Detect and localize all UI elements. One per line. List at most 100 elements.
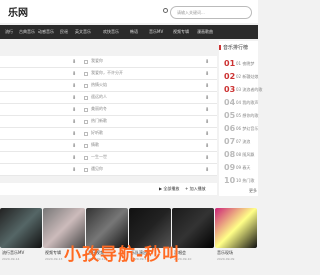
ranking-number: 02: [224, 72, 236, 81]
select-checkbox[interactable]: [84, 84, 88, 88]
select-checkbox[interactable]: [84, 120, 88, 124]
song-title[interactable]: 热门新歌: [91, 118, 107, 124]
video-date: 2020-09-14: [2, 257, 20, 261]
search-input[interactable]: 请输入关键词...: [170, 6, 252, 19]
song-title[interactable]: 遥远的人: [91, 94, 107, 100]
download-icon[interactable]: ⬇: [72, 168, 76, 173]
download-icon[interactable]: ⬇: [72, 84, 76, 89]
song-row[interactable]: ⬇ 我爱你，不许分开 ⬇: [0, 68, 217, 80]
page: 乐网 请输入关键词... 流行 古典音乐 动感音乐 民谣 英文音乐 欢快音乐 韩…: [0, 0, 262, 275]
play-all-button[interactable]: ▶ 全部播放: [159, 186, 179, 192]
download-icon[interactable]: ⬇: [205, 107, 209, 113]
video-title[interactable]: 流行音乐MV: [2, 250, 24, 256]
song-row[interactable]: ⬇ 遇见你 ⬇: [0, 164, 217, 176]
download-icon[interactable]: ⬇: [72, 60, 76, 65]
select-checkbox[interactable]: [84, 156, 88, 160]
download-icon[interactable]: ⬇: [72, 144, 76, 149]
song-title[interactable]: 好听歌: [91, 130, 103, 136]
nav-item[interactable]: 音乐MV: [149, 25, 163, 39]
song-row[interactable]: ⬇ 热门新歌 ⬇: [0, 116, 217, 128]
ranking-song[interactable]: 03 流浪者的歌: [236, 87, 262, 93]
song-title[interactable]: 我爱你，不许分开: [91, 70, 123, 76]
ranking-song[interactable]: 02 新疆姑娘: [236, 74, 258, 80]
download-icon[interactable]: ⬇: [205, 71, 209, 77]
ranking-item[interactable]: 01 01 夜晚梦: [219, 59, 258, 70]
video-title[interactable]: 视频专辑: [45, 250, 61, 256]
add-to-list-label: 加入播放: [189, 186, 206, 191]
play-all-label: 全部播放: [163, 186, 180, 191]
nav-item[interactable]: 古典音乐: [19, 25, 35, 39]
nav-item[interactable]: 韩语: [130, 25, 138, 39]
song-row[interactable]: ⬇ 一生一世 ⬇: [0, 152, 217, 164]
download-icon[interactable]: ⬇: [72, 132, 76, 137]
song-row[interactable]: ⬇ 我爱你 ⬇: [0, 56, 217, 68]
add-to-list-button[interactable]: + 加入播放: [185, 186, 206, 192]
song-title[interactable]: 遇见你: [91, 166, 103, 172]
song-row[interactable]: ⬇ 热情火焰 ⬇: [0, 80, 217, 92]
download-icon[interactable]: ⬇: [72, 72, 76, 77]
song-title[interactable]: 情歌: [91, 142, 99, 148]
ranking-item[interactable]: 02 02 新疆姑娘: [219, 72, 258, 83]
download-icon[interactable]: ⬇: [205, 167, 209, 173]
download-icon[interactable]: ⬇: [72, 96, 76, 101]
song-title[interactable]: 热情火焰: [91, 82, 107, 88]
nav-item[interactable]: 漫画歌曲: [197, 25, 213, 39]
song-row[interactable]: ⬇ 美丽的冬 ⬇: [0, 104, 217, 116]
ranking-item[interactable]: 08 08 随风飘: [219, 150, 258, 161]
more-link[interactable]: 更多: [249, 188, 257, 194]
ranking-number: 07: [224, 137, 236, 146]
main-nav: 流行 古典音乐 动感音乐 民谣 英文音乐 欢快音乐 韩语 音乐MV 视频专辑 漫…: [0, 25, 258, 39]
select-checkbox[interactable]: [84, 60, 88, 64]
download-icon[interactable]: ⬇: [72, 156, 76, 161]
ranking-song[interactable]: 07 流浪: [236, 139, 250, 145]
ranking-item[interactable]: 05 05 想你的歌: [219, 111, 258, 122]
download-icon[interactable]: ⬇: [205, 155, 209, 161]
ranking-number: 08: [224, 150, 236, 159]
nav-item[interactable]: 民谣: [60, 25, 68, 39]
song-title[interactable]: 美丽的冬: [91, 106, 107, 112]
download-icon[interactable]: ⬇: [205, 143, 209, 149]
download-icon[interactable]: ⬇: [205, 83, 209, 89]
download-icon[interactable]: ⬇: [72, 120, 76, 125]
ranking-song[interactable]: 05 想你的歌: [236, 113, 258, 119]
ranking-item[interactable]: 07 07 流浪: [219, 137, 258, 148]
select-checkbox[interactable]: [84, 144, 88, 148]
select-checkbox[interactable]: [84, 72, 88, 76]
video-thumbnail[interactable]: [0, 208, 42, 248]
ranking-song[interactable]: 08 随风飘: [236, 152, 254, 158]
select-checkbox[interactable]: [84, 168, 88, 172]
download-icon[interactable]: ⬇: [205, 119, 209, 125]
song-row[interactable]: ⬇ 好听歌 ⬇: [0, 128, 217, 140]
song-row[interactable]: ⬇ 遥远的人 ⬇: [0, 92, 217, 104]
nav-item[interactable]: 英文音乐: [75, 25, 91, 39]
site-logo[interactable]: 乐网: [8, 4, 28, 19]
ranking-song[interactable]: 10 热门歌: [236, 178, 254, 184]
select-checkbox[interactable]: [84, 132, 88, 136]
select-checkbox[interactable]: [84, 108, 88, 112]
video-thumbnail[interactable]: [215, 208, 257, 248]
ranking-item[interactable]: 10 10 热门歌: [219, 176, 258, 187]
ranking-song[interactable]: 01 夜晚梦: [236, 61, 254, 67]
ranking-song[interactable]: 06 梦幻音乐: [236, 126, 258, 132]
download-icon[interactable]: ⬇: [205, 59, 209, 65]
ranking-item[interactable]: 03 03 流浪者的歌: [219, 85, 262, 96]
video-title[interactable]: 音乐现场: [217, 250, 233, 256]
download-icon[interactable]: ⬇: [205, 95, 209, 101]
nav-item[interactable]: 视频专辑: [173, 25, 189, 39]
song-row[interactable]: ⬇ 情歌 ⬇: [0, 140, 217, 152]
ranking-item[interactable]: 04 04 我的歌声: [219, 98, 258, 109]
nav-item[interactable]: 流行: [5, 25, 13, 39]
ranking-number: 09: [224, 163, 236, 172]
song-title[interactable]: 我爱你: [91, 58, 103, 64]
song-title[interactable]: 一生一世: [91, 154, 107, 160]
download-icon[interactable]: ⬇: [72, 108, 76, 113]
nav-item[interactable]: 欢快音乐: [103, 25, 119, 39]
nav-item[interactable]: 动感音乐: [38, 25, 54, 39]
ranking-item[interactable]: 06 06 梦幻音乐: [219, 124, 258, 135]
ranking-song[interactable]: 09 春天: [236, 165, 250, 171]
ranking-item[interactable]: 09 09 春天: [219, 163, 258, 174]
ranking-song[interactable]: 04 我的歌声: [236, 100, 258, 106]
select-checkbox[interactable]: [84, 96, 88, 100]
topbar: 乐网 请输入关键词...: [0, 0, 258, 23]
download-icon[interactable]: ⬇: [205, 131, 209, 137]
